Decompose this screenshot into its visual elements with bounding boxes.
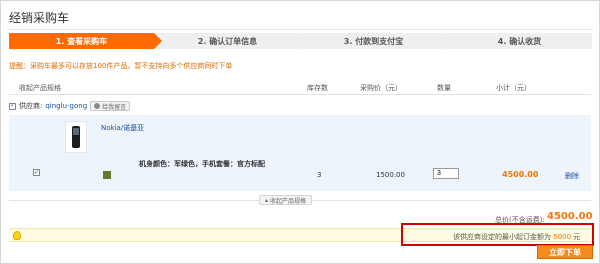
step-confirm-order: 2. 确认订单信息	[155, 33, 308, 49]
step-label: 1. 查看采购车	[55, 36, 108, 46]
leave-message-button[interactable]: 给我留言	[90, 101, 131, 111]
leave-message-label: 给我留言	[102, 103, 127, 111]
supplier-name-link[interactable]: qinglu-gong	[45, 102, 87, 110]
header-price: 采购价（元）	[360, 84, 402, 92]
quantity-input[interactable]	[433, 168, 459, 179]
step-view-cart: 1. 查看采购车	[9, 33, 162, 49]
collapse-specs-label: 收起产品规格	[270, 197, 307, 205]
stock-value: 3	[317, 171, 322, 179]
product-name-link[interactable]: Nokia/诺基亚	[101, 123, 144, 133]
price-value: 1500.00	[376, 171, 405, 179]
message-icon	[94, 103, 101, 109]
header-subtotal: 小计（元）	[496, 84, 531, 92]
step-arrow	[300, 33, 308, 49]
delete-link[interactable]: 删除	[565, 171, 579, 181]
step-label: 3. 付款到支付宝	[343, 36, 404, 46]
product-row: Nokia/诺基亚 ✓ 机身颜色：军绿色，手机套餐：官方标配 3 1500.00…	[9, 115, 591, 191]
min-order-message: 该供应商设定的最小起订金额为 5000 元	[453, 232, 580, 242]
title-divider	[7, 29, 593, 30]
cart-notice: 提醒：采购车最多可以存放100件产品，暂不支持向多个供应商同时下单	[9, 62, 233, 70]
step-arrow	[446, 33, 454, 49]
color-swatch	[103, 171, 111, 179]
chevron-up-icon: ▴	[265, 196, 269, 204]
step-confirm-receipt: 4. 确认收货	[447, 33, 593, 49]
place-order-button[interactable]: 立即下单	[537, 245, 593, 259]
product-spec: 机身颜色：军绿色，手机套餐：官方标配	[139, 160, 265, 168]
total-value: 4500.00	[547, 211, 593, 222]
min-order-amount: 5000	[553, 233, 572, 241]
collapse-specs-button[interactable]: ▴ 收起产品规格	[259, 195, 313, 205]
step-label: 2. 确认订单信息	[197, 36, 258, 46]
table-header: 收起产品规格 库存数 采购价（元） 数量 小计（元）	[9, 79, 591, 95]
min-order-text: 该供应商设定的最小起订金额为	[453, 233, 551, 241]
lightbulb-icon	[13, 231, 21, 240]
min-order-unit: 元	[573, 233, 581, 241]
progress-steps: 1. 查看采购车 2. 确认订单信息 3. 付款到支付宝 4. 确认收货	[9, 33, 593, 49]
supplier-checkbox[interactable]: ✓	[9, 102, 16, 110]
product-checkbox[interactable]: ✓	[33, 169, 40, 176]
cart-panel: 经销采购车 1. 查看采购车 2. 确认订单信息 3. 付款到支付宝 4. 确认…	[0, 0, 600, 264]
phone-image	[72, 126, 80, 148]
supplier-row: ✓ 供应商: qinglu-gong 给我留言	[9, 99, 131, 113]
product-thumbnail[interactable]	[65, 121, 87, 153]
header-stock: 库存数	[307, 84, 328, 92]
step-pay-alipay: 3. 付款到支付宝	[301, 33, 454, 49]
subtotal-value: 4500.00	[502, 170, 539, 179]
page-title: 经销采购车	[9, 11, 70, 25]
header-collapse-specs[interactable]: 收起产品规格	[19, 83, 61, 93]
supplier-label: 供应商:	[19, 102, 43, 110]
step-label: 4. 确认收货	[497, 36, 542, 46]
header-quantity: 数量	[437, 84, 451, 92]
